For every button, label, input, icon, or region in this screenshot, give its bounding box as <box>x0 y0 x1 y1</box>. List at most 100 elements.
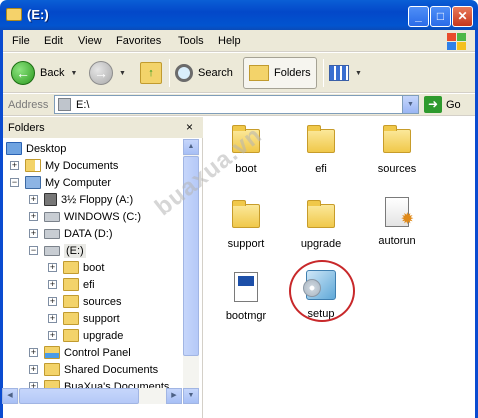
maximize-button[interactable]: □ <box>430 6 451 27</box>
search-icon <box>175 64 193 82</box>
menu-bar: File Edit View Favorites Tools Help <box>3 30 475 52</box>
tree-item-my-documents[interactable]: + My Documents <box>10 157 118 174</box>
folder-icon <box>307 125 335 153</box>
menu-help[interactable]: Help <box>218 35 241 47</box>
expand-icon[interactable]: + <box>29 195 38 204</box>
file-item-bootmgr[interactable]: bootmgr <box>211 272 281 322</box>
tree-item-shared-documents[interactable]: + Shared Documents <box>29 361 158 378</box>
expand-icon[interactable]: + <box>29 229 38 238</box>
expand-icon[interactable]: + <box>48 263 57 272</box>
scroll-up-icon[interactable]: ▲ <box>183 139 199 155</box>
tree-item-label: upgrade <box>83 329 124 342</box>
expand-icon[interactable]: + <box>48 297 57 306</box>
menu-tools[interactable]: Tools <box>178 35 204 47</box>
tree-item-control-panel[interactable]: + Control Panel <box>29 344 131 361</box>
chevron-down-icon[interactable]: ▼ <box>70 70 77 77</box>
chevron-down-icon[interactable]: ▼ <box>119 70 126 77</box>
back-label: Back <box>40 67 65 79</box>
search-button[interactable]: Search <box>175 57 233 89</box>
tree-item-windows-drive[interactable]: + WINDOWS (C:) <box>29 208 141 225</box>
close-button[interactable]: ✕ <box>452 6 473 27</box>
expand-icon[interactable]: + <box>48 331 57 340</box>
menu-view[interactable]: View <box>78 35 102 47</box>
horizontal-scrollbar[interactable]: ◀ ▶ <box>2 388 182 404</box>
chevron-down-icon[interactable]: ▼ <box>402 96 418 113</box>
file-name: upgrade <box>300 238 342 250</box>
tree-item-label: efi <box>83 278 95 291</box>
forward-arrow-icon: → <box>89 61 113 85</box>
forward-button[interactable]: → ▼ <box>89 57 126 89</box>
expand-icon[interactable]: + <box>48 280 57 289</box>
file-name: bootmgr <box>225 310 267 322</box>
up-folder-icon: ↑ <box>140 62 162 84</box>
folders-button[interactable]: Folders <box>243 57 317 89</box>
documents-icon <box>25 159 41 172</box>
tree-item-data-drive[interactable]: + DATA (D:) <box>29 225 112 242</box>
back-button[interactable]: ← Back ▼ <box>11 57 77 89</box>
scroll-right-icon[interactable]: ▶ <box>166 388 182 404</box>
file-item-sources[interactable]: sources <box>362 125 432 175</box>
tree-item-support[interactable]: + support <box>48 310 120 327</box>
window-title: (E:) <box>27 7 49 22</box>
expand-icon[interactable]: + <box>48 314 57 323</box>
tree-item-label: sources <box>83 295 122 308</box>
address-input[interactable]: E:\ ▼ <box>54 95 419 114</box>
menu-file[interactable]: File <box>12 35 30 47</box>
folder-icon <box>44 363 60 376</box>
chevron-down-icon[interactable]: ▼ <box>355 70 362 77</box>
tree-item-label: WINDOWS (C:) <box>64 210 141 223</box>
drive-icon <box>44 211 60 222</box>
system-file-icon <box>234 272 258 302</box>
collapse-icon[interactable]: − <box>10 178 19 187</box>
tree-item-efi[interactable]: + efi <box>48 276 95 293</box>
toolbar: ← Back ▼ → ▼ ↑ Search Folders ▼ <box>3 53 475 93</box>
file-item-efi[interactable]: efi <box>286 125 356 175</box>
tree-item-label: (E:) <box>64 243 86 258</box>
expand-icon[interactable]: + <box>29 365 38 374</box>
tree-item-floppy[interactable]: + 3½ Floppy (A:) <box>29 191 133 208</box>
address-bar: Address E:\ ▼ ➜ Go <box>3 94 475 116</box>
file-list-pane: boot efi sources support upgrade autorun… <box>205 117 475 418</box>
menu-edit[interactable]: Edit <box>44 35 63 47</box>
expand-icon[interactable]: + <box>10 161 19 170</box>
scroll-down-icon[interactable]: ▼ <box>183 388 199 404</box>
tree-item-desktop[interactable]: Desktop <box>6 140 66 157</box>
tree-item-sources[interactable]: + sources <box>48 293 122 310</box>
close-icon[interactable]: × <box>186 120 193 134</box>
minimize-button[interactable]: _ <box>408 6 429 27</box>
file-item-upgrade[interactable]: upgrade <box>286 200 356 250</box>
tree-item-my-computer[interactable]: − My Computer <box>10 174 111 191</box>
go-button[interactable]: ➜ Go <box>424 96 461 113</box>
expand-icon[interactable]: + <box>29 348 38 357</box>
go-arrow-icon: ➜ <box>424 96 442 113</box>
highlight-circle <box>289 260 355 322</box>
tree-item-label: 3½ Floppy (A:) <box>61 193 134 206</box>
scroll-left-icon[interactable]: ◀ <box>2 388 18 404</box>
address-value: E:\ <box>76 99 90 111</box>
file-item-autorun[interactable]: autorun <box>362 197 432 247</box>
drive-icon <box>58 98 71 111</box>
title-bar[interactable]: (E:) _ □ ✕ <box>0 0 478 30</box>
views-button[interactable]: ▼ <box>329 57 362 89</box>
tree-item-boot[interactable]: + boot <box>48 259 104 276</box>
control-panel-icon <box>44 346 60 359</box>
collapse-icon[interactable]: − <box>29 246 38 255</box>
scroll-thumb[interactable] <box>19 388 139 404</box>
folders-pane-header: Folders × <box>3 117 203 138</box>
floppy-icon <box>44 193 57 206</box>
menu-favorites[interactable]: Favorites <box>116 35 161 47</box>
tree-item-e-drive[interactable]: − (E:) <box>29 242 86 259</box>
back-arrow-icon: ← <box>11 61 35 85</box>
desktop-icon <box>6 142 22 155</box>
up-folder-button[interactable]: ↑ <box>140 57 162 89</box>
tree-item-upgrade[interactable]: + upgrade <box>48 327 123 344</box>
folders-pane: Folders × Desktop + My Documents − My Co… <box>3 117 203 418</box>
tree-item-label: Control Panel <box>64 346 131 359</box>
folder-icon <box>307 200 335 228</box>
file-item-support[interactable]: support <box>211 200 281 250</box>
expand-icon[interactable]: + <box>29 212 38 221</box>
folder-icon <box>63 261 79 274</box>
computer-icon <box>25 176 41 189</box>
go-label: Go <box>446 98 461 111</box>
folder-icon <box>6 8 22 21</box>
